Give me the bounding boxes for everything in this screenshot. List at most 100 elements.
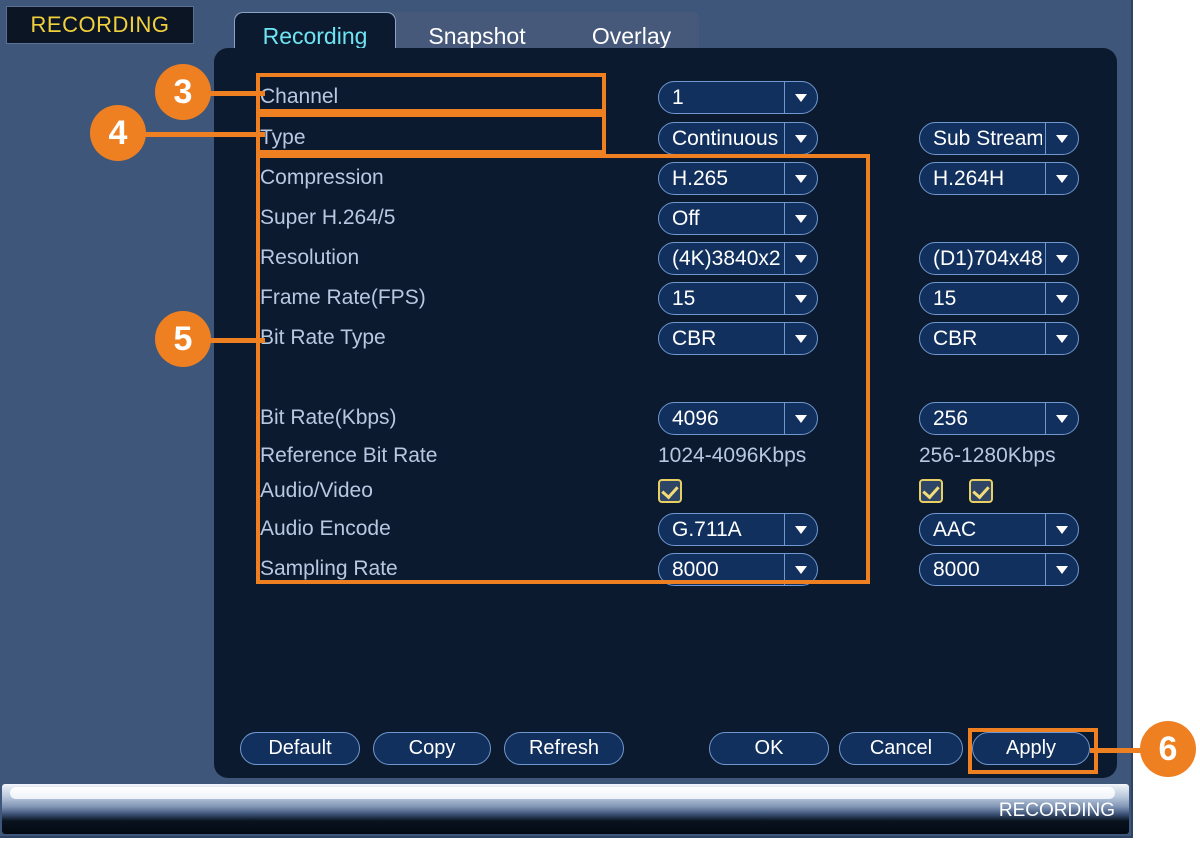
chevron-down-icon[interactable]: [784, 514, 817, 545]
row-audio-video: Audio/Video: [214, 471, 1117, 511]
callout-marker-6: 6: [1140, 721, 1196, 777]
apply-button-label: Apply: [1005, 737, 1057, 759]
callout-marker-5-label: 5: [173, 319, 193, 358]
dropdown-audio-encode-sub-value: AAC: [933, 518, 977, 541]
chevron-down-icon[interactable]: [784, 554, 817, 585]
chevron-down-icon[interactable]: [784, 203, 817, 234]
ok-button[interactable]: OK: [709, 732, 829, 765]
label-resolution: Resolution: [260, 246, 360, 269]
chevron-down-icon[interactable]: [784, 283, 817, 314]
dropdown-bit-rate-sub-value: 256: [933, 407, 969, 430]
recording-settings-dialog: Channel 1 Type Continuous Sub Stream1 Co…: [214, 48, 1117, 778]
label-bit-rate: Bit Rate(Kbps): [260, 406, 397, 429]
row-bit-rate: Bit Rate(Kbps) 4096 256: [214, 398, 1117, 438]
dropdown-sampling-rate-sub-value: 8000: [933, 558, 980, 581]
chevron-down-icon[interactable]: [784, 323, 817, 354]
callout-marker-3-label: 3: [173, 72, 193, 111]
row-frame-rate: Frame Rate(FPS) 15 15: [214, 278, 1117, 318]
cancel-button[interactable]: Cancel: [839, 732, 963, 765]
tab-recording-label: Recording: [262, 23, 368, 49]
chevron-down-icon[interactable]: [1045, 123, 1078, 154]
label-bit-rate-type: Bit Rate Type: [260, 326, 386, 349]
dropdown-channel-main-value: 1: [672, 86, 684, 109]
copy-button-label: Copy: [408, 737, 456, 759]
label-super-h264: Super H.264/5: [260, 206, 396, 229]
default-button-label: Default: [268, 737, 332, 759]
screen-root: RECORDING Recording Snapshot Overlay Cha…: [0, 0, 1200, 850]
dropdown-bit-rate-type-main-value: CBR: [672, 327, 717, 350]
chevron-down-icon[interactable]: [784, 163, 817, 194]
dropdown-bit-rate-type-main[interactable]: CBR: [658, 322, 818, 355]
value-reference-bit-rate-main: 1024-4096Kbps: [658, 444, 807, 467]
dropdown-bit-rate-type-sub[interactable]: CBR: [919, 322, 1079, 355]
dropdown-sampling-rate-main[interactable]: 8000: [658, 553, 818, 586]
dropdown-stream-sub-value: Sub Stream1: [933, 127, 1042, 150]
dropdown-resolution-main[interactable]: (4K)3840x216: [658, 242, 818, 275]
label-audio-encode: Audio Encode: [260, 517, 391, 540]
row-compression: Compression H.265 H.264H: [214, 158, 1117, 198]
chevron-down-icon[interactable]: [1045, 243, 1078, 274]
chevron-down-icon[interactable]: [784, 123, 817, 154]
chevron-down-icon[interactable]: [1045, 323, 1078, 354]
dropdown-compression-main[interactable]: H.265: [658, 162, 818, 195]
callout-marker-5: 5: [155, 311, 211, 367]
dropdown-bit-rate-type-sub-value: CBR: [933, 327, 978, 350]
ok-button-label: OK: [754, 737, 784, 759]
bottom-status-bar: RECORDING: [2, 784, 1129, 834]
chevron-down-icon[interactable]: [784, 403, 817, 434]
dropdown-channel-main[interactable]: 1: [658, 81, 818, 114]
chevron-down-icon[interactable]: [1045, 163, 1078, 194]
chevron-down-icon[interactable]: [784, 243, 817, 274]
chevron-down-icon[interactable]: [1045, 514, 1078, 545]
apply-button[interactable]: Apply: [972, 732, 1090, 765]
dropdown-type-main-value: Continuous: [672, 127, 779, 150]
dropdown-audio-encode-main-value: G.711A: [672, 518, 742, 541]
row-bit-rate-type: Bit Rate Type CBR CBR: [214, 318, 1117, 358]
row-resolution: Resolution (4K)3840x216 (D1)704x480: [214, 238, 1117, 278]
dropdown-super-h264-main[interactable]: Off: [658, 202, 818, 235]
default-button[interactable]: Default: [240, 732, 360, 765]
copy-button[interactable]: Copy: [373, 732, 491, 765]
dropdown-frame-rate-main[interactable]: 15: [658, 282, 818, 315]
callout-leader-5: [205, 338, 265, 343]
chevron-down-icon[interactable]: [1045, 554, 1078, 585]
row-reference-bit-rate: Reference Bit Rate 1024-4096Kbps 256-128…: [214, 436, 1117, 476]
cancel-button-label: Cancel: [869, 737, 933, 759]
chevron-down-icon[interactable]: [784, 82, 817, 113]
dropdown-audio-encode-sub[interactable]: AAC: [919, 513, 1079, 546]
row-audio-encode: Audio Encode G.711A AAC: [214, 509, 1117, 549]
dropdown-bit-rate-main-value: 4096: [672, 407, 719, 430]
label-reference-bit-rate: Reference Bit Rate: [260, 444, 438, 467]
row-channel: Channel 1: [214, 77, 1117, 117]
checkbox-audio-video-sub-audio[interactable]: [919, 479, 943, 503]
callout-marker-6-label: 6: [1158, 729, 1178, 768]
label-sampling-rate: Sampling Rate: [260, 557, 398, 580]
callout-marker-4: 4: [90, 105, 146, 161]
dropdown-compression-sub[interactable]: H.264H: [919, 162, 1079, 195]
dropdown-frame-rate-sub[interactable]: 15: [919, 282, 1079, 315]
checkbox-audio-video-sub-video[interactable]: [969, 479, 993, 503]
label-audio-video: Audio/Video: [260, 479, 373, 502]
dropdown-resolution-sub[interactable]: (D1)704x480: [919, 242, 1079, 275]
dropdown-bit-rate-main[interactable]: 4096: [658, 402, 818, 435]
dropdown-frame-rate-sub-value: 15: [933, 287, 957, 310]
dropdown-sampling-rate-sub[interactable]: 8000: [919, 553, 1079, 586]
checkbox-audio-video-main[interactable]: [658, 479, 682, 503]
dialog-button-row: Default Copy Refresh OK Cancel Apply: [214, 732, 1117, 766]
dropdown-stream-sub[interactable]: Sub Stream1: [919, 122, 1079, 155]
dropdown-compression-main-value: H.265: [672, 167, 729, 190]
dropdown-audio-encode-main[interactable]: G.711A: [658, 513, 818, 546]
label-type: Type: [260, 126, 306, 149]
chevron-down-icon[interactable]: [1045, 403, 1078, 434]
label-channel: Channel: [260, 85, 339, 108]
callout-marker-4-label: 4: [108, 113, 128, 152]
dropdown-bit-rate-sub[interactable]: 256: [919, 402, 1079, 435]
status-bar-label: RECORDING: [998, 800, 1115, 821]
status-bar-gloss: [10, 787, 1115, 799]
recording-status-badge-label: RECORDING: [30, 12, 170, 37]
chevron-down-icon[interactable]: [1045, 283, 1078, 314]
refresh-button[interactable]: Refresh: [504, 732, 624, 765]
row-super-h264: Super H.264/5 Off: [214, 198, 1117, 238]
callout-leader-4: [140, 132, 265, 137]
dropdown-type-main[interactable]: Continuous: [658, 122, 818, 155]
